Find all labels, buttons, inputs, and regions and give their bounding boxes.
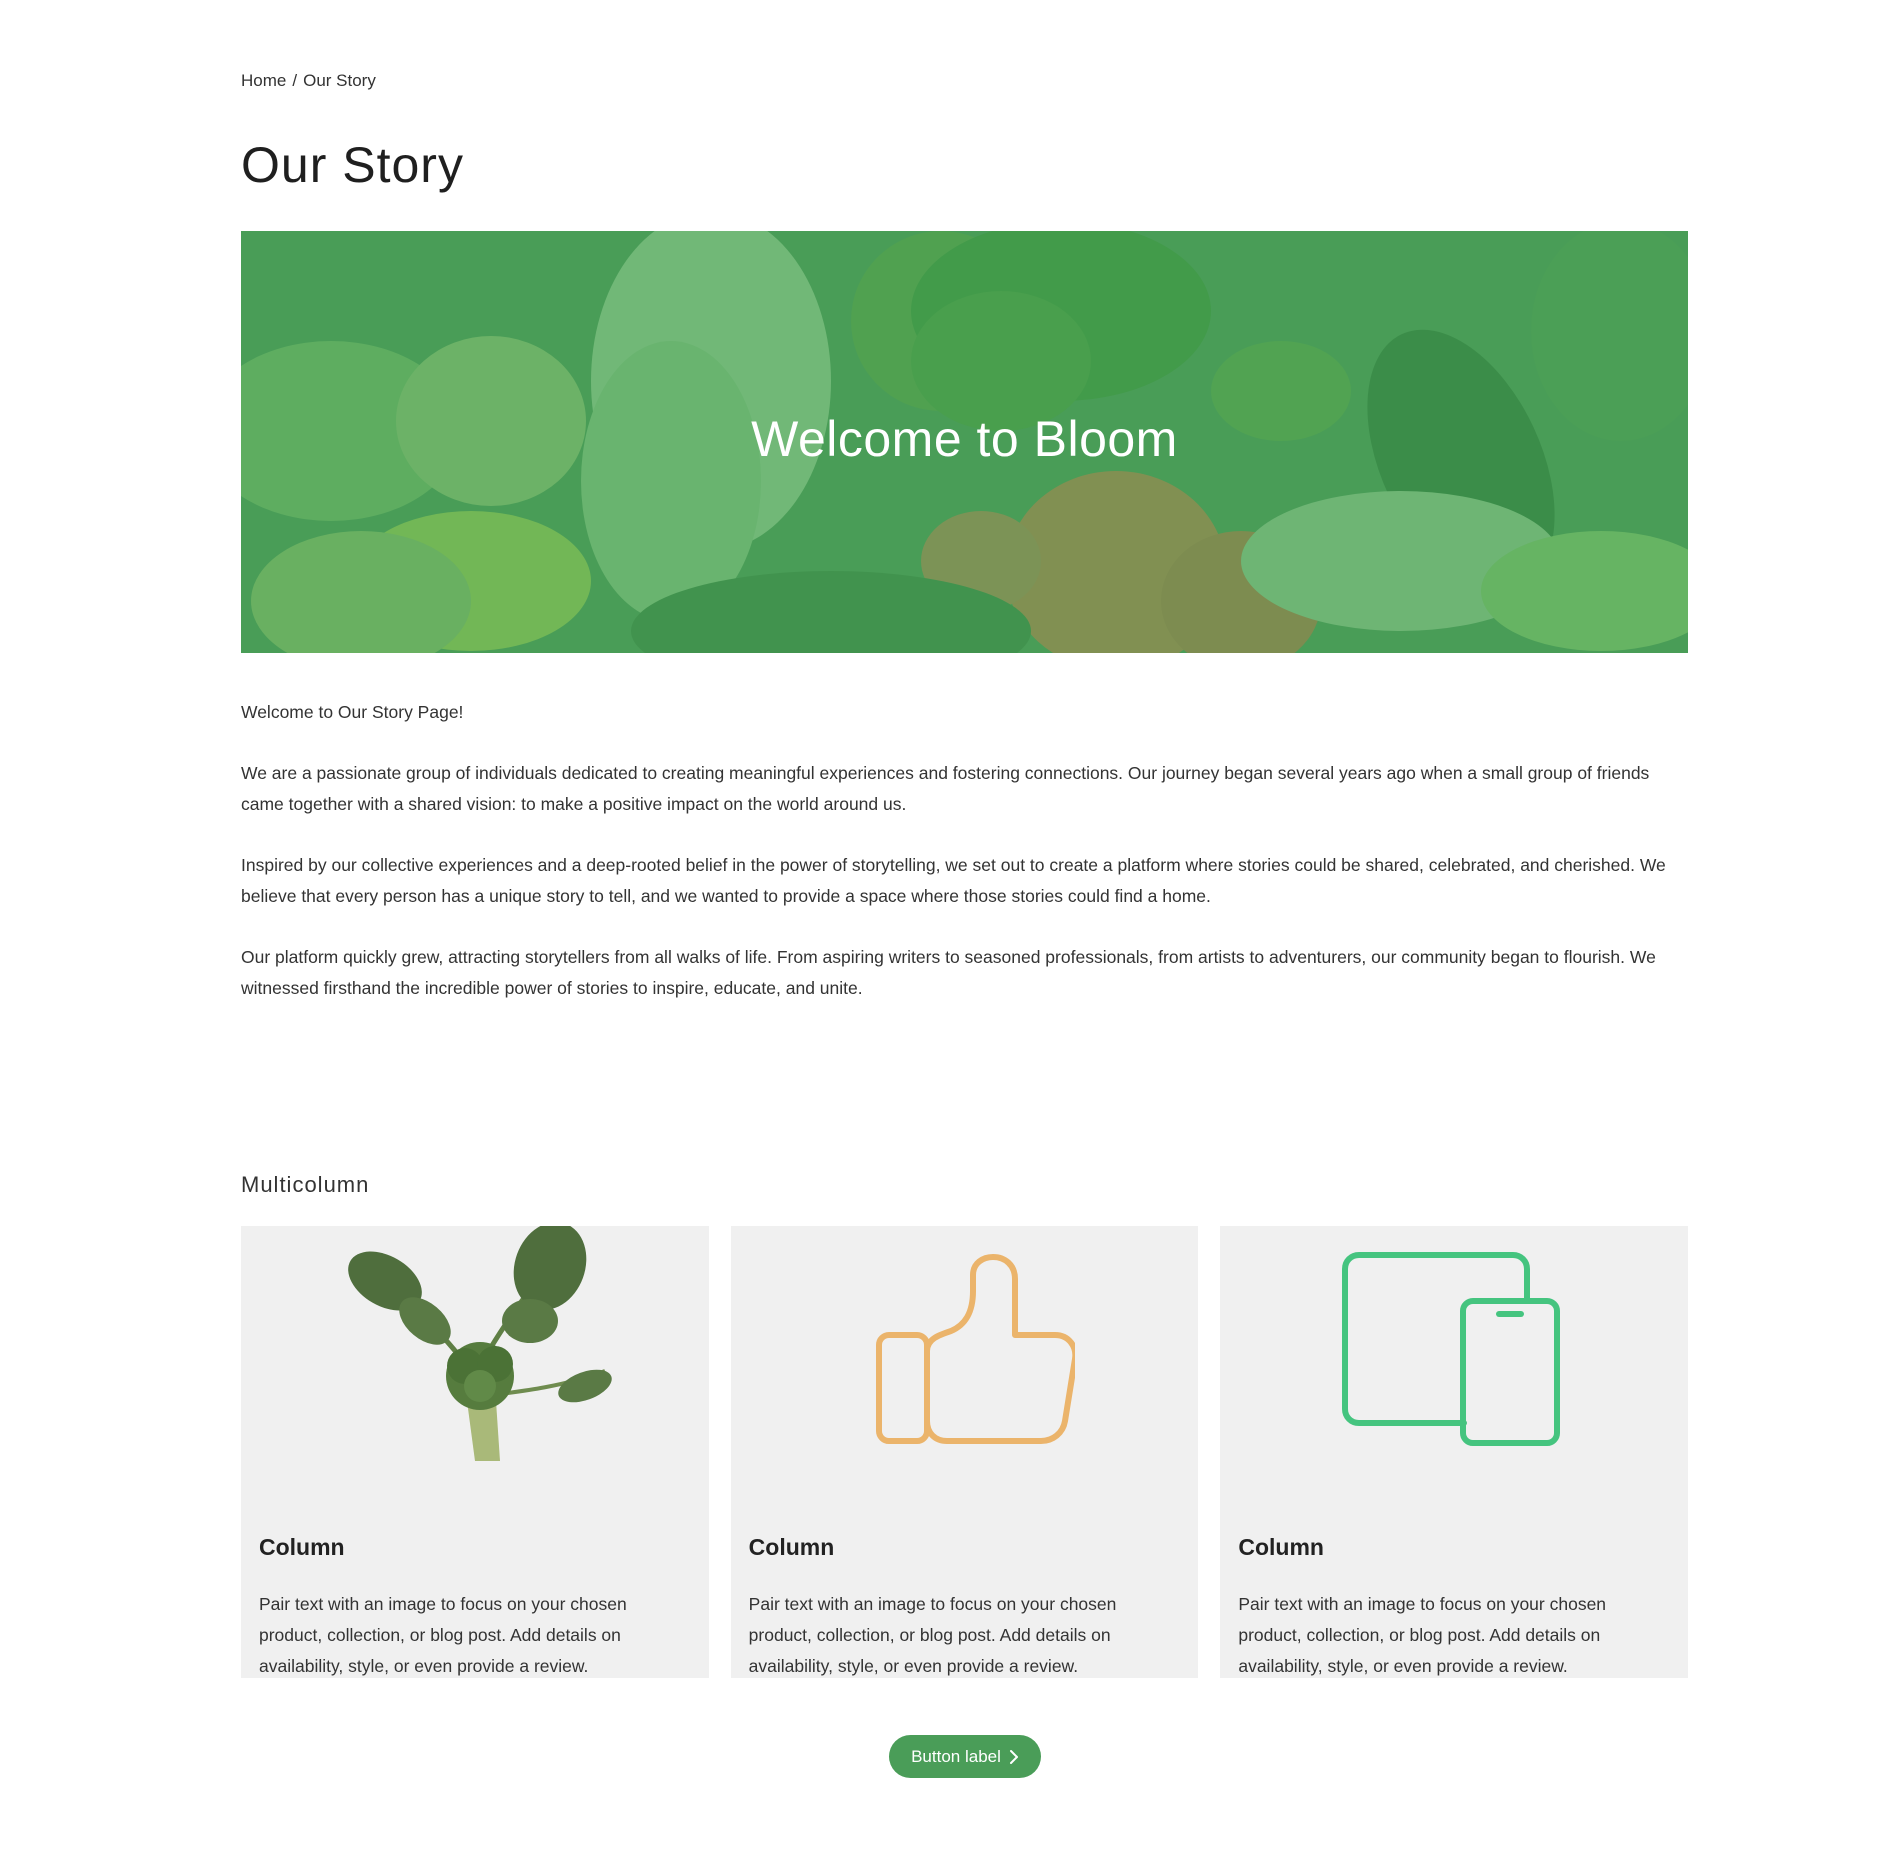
multicolumn-grid: Column Pair text with an image to focus … — [241, 1226, 1689, 1678]
broccoli-image — [348, 1226, 612, 1461]
multicolumn-title: Multicolumn — [241, 1172, 370, 1197]
column-card: Column Pair text with an image to focus … — [1220, 1226, 1689, 1678]
story-paragraph: We are a passionate group of individuals… — [241, 763, 1650, 814]
column-text: Pair text with an image to focus on your… — [1238, 1594, 1607, 1676]
column-media — [1220, 1226, 1688, 1476]
button-label-text: Button label — [911, 1746, 1001, 1766]
column-card: Column Pair text with an image to focus … — [730, 1226, 1199, 1678]
column-title: Column — [259, 1534, 345, 1560]
column-text: Pair text with an image to focus on your… — [259, 1594, 627, 1676]
breadcrumb-separator: / — [292, 71, 298, 90]
hero-banner: Welcome to Bloom — [241, 231, 1688, 653]
story-text: Welcome to Our Story Page! We are a pass… — [241, 697, 1688, 1034]
hero-heading: Welcome to Bloom — [751, 411, 1178, 467]
column-media — [731, 1226, 1199, 1476]
breadcrumb: Home / Our Story — [241, 71, 1688, 91]
column-text: Pair text with an image to focus on your… — [748, 1594, 1117, 1676]
thumbs-up-icon — [875, 1254, 1075, 1444]
story-paragraph: Inspired by our collective experiences a… — [241, 855, 1666, 906]
column-media — [241, 1226, 709, 1476]
page: Home / Our Story Our Story Welcome to Bl… — [0, 0, 1897, 1875]
column-title: Column — [748, 1534, 835, 1560]
column-title: Column — [1238, 1534, 1324, 1560]
story-intro: Welcome to Our Story Page! — [241, 702, 464, 722]
column-card: Column Pair text with an image to focus … — [241, 1226, 709, 1678]
breadcrumb-home-link[interactable]: Home — [241, 71, 286, 91]
chevron-right-icon — [1009, 1749, 1018, 1764]
breadcrumb-current: Our Story — [303, 71, 376, 90]
story-paragraph: Our platform quickly grew, attracting st… — [241, 947, 1656, 998]
page-title: Our Story — [241, 137, 464, 193]
button-label-button[interactable]: Button label — [889, 1735, 1041, 1778]
devices-icon — [1342, 1252, 1561, 1446]
